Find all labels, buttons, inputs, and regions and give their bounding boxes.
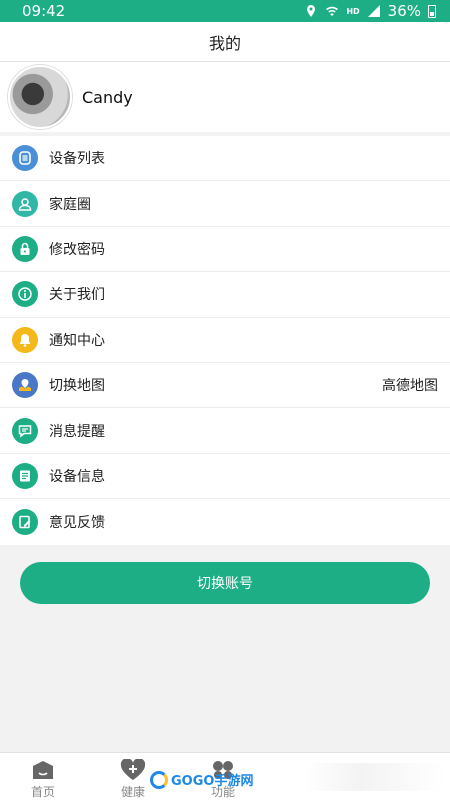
menu-label: 设备列表 [49,151,105,168]
bell-icon [12,326,38,353]
device-info-icon [12,462,38,489]
watermark-logo-icon [150,770,168,789]
settings-menu: 设备列表 家庭圈 修改密码 关于我们 通知中心 切换地图 高德地图 消息提醒 设… [0,136,450,545]
status-bar: 09:42 HD 36% [0,0,450,22]
avatar[interactable] [8,65,72,129]
menu-item-family[interactable]: 家庭圈 [0,181,450,227]
menu-item-feedback[interactable]: 意见反馈 [0,499,450,544]
message-icon [12,417,38,444]
menu-item-device-list[interactable]: 设备列表 [0,136,450,182]
profile-name: Candy [82,87,133,107]
blurred-tab-area [305,763,445,791]
switch-account-button[interactable]: 切换账号 [20,562,430,604]
family-icon [12,190,38,217]
lock-icon [12,235,38,262]
tab-label: 健康 [120,785,145,799]
menu-item-switch-map[interactable]: 切换地图 高德地图 [0,363,450,409]
tab-label: 首页 [30,785,55,799]
network-type: HD [346,6,360,16]
watermark-text: GOGO手游网 [171,774,254,789]
home-icon [30,757,56,783]
map-icon [12,372,38,399]
wifi-icon [326,6,339,16]
profile-card[interactable]: Candy [0,62,450,132]
current-map-value: 高德地图 [382,378,438,395]
menu-item-change-password[interactable]: 修改密码 [0,227,450,273]
menu-label: 设备信息 [49,468,105,485]
battery-percent: 36% [387,2,421,20]
page-title: 我的 [208,33,241,53]
watermark: GOGO手游网 [150,770,253,789]
menu-label: 切换地图 [49,378,105,395]
signal-icon [367,5,380,17]
health-icon [120,757,146,783]
menu-label: 消息提醒 [49,423,105,440]
menu-label: 修改密码 [49,241,105,258]
feedback-icon [12,508,38,535]
menu-label: 通知中心 [49,332,105,349]
battery-icon [428,4,436,18]
location-icon [307,5,316,17]
page-title-bar: 我的 [0,22,450,62]
menu-item-notification-center[interactable]: 通知中心 [0,318,450,363]
status-time: 09:42 [22,2,66,20]
status-icons: HD 36% [304,2,436,20]
menu-item-message-reminder[interactable]: 消息提醒 [0,408,450,454]
menu-label: 关于我们 [49,287,105,304]
tab-health[interactable]: 健康 [120,757,146,800]
menu-item-about-us[interactable]: 关于我们 [0,272,450,318]
info-icon [12,281,38,308]
device-list-icon [12,145,38,172]
tab-home[interactable]: 首页 [30,757,56,800]
menu-item-device-info[interactable]: 设备信息 [0,454,450,500]
menu-label: 家庭圈 [49,196,91,213]
menu-label: 意见反馈 [49,514,105,531]
